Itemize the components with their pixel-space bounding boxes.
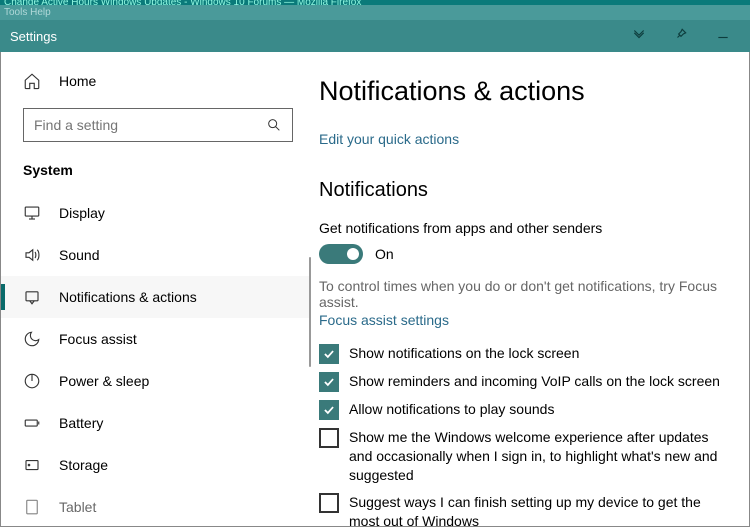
- sidebar-item-battery[interactable]: Battery: [1, 402, 311, 444]
- search-icon: [266, 117, 282, 133]
- checkbox[interactable]: [319, 493, 339, 513]
- search-input[interactable]: [34, 117, 266, 133]
- nav-list: Display Sound Notifications & actions Fo…: [1, 192, 311, 528]
- search-box[interactable]: [23, 108, 293, 142]
- minimize-icon[interactable]: [716, 27, 730, 46]
- check-row: Show reminders and incoming VoIP calls o…: [319, 372, 729, 392]
- checkbox[interactable]: [319, 400, 339, 420]
- checkbox[interactable]: [319, 372, 339, 392]
- scrollbar-indicator[interactable]: [309, 257, 311, 367]
- sync-icon[interactable]: [632, 27, 646, 46]
- checkbox-label: Show notifications on the lock screen: [349, 344, 579, 363]
- pin-icon[interactable]: [674, 27, 688, 46]
- sidebar: Home System Display Sound Notifications …: [1, 52, 311, 526]
- checkbox-label: Suggest ways I can finish setting up my …: [349, 493, 729, 526]
- home-label: Home: [59, 73, 96, 89]
- battery-icon: [23, 414, 41, 432]
- checkbox-label: Allow notifications to play sounds: [349, 400, 554, 419]
- sidebar-item-label: Tablet: [59, 499, 96, 515]
- sidebar-item-storage[interactable]: Storage: [1, 444, 311, 486]
- check-row: Show me the Windows welcome experience a…: [319, 428, 729, 485]
- sidebar-item-label: Storage: [59, 457, 108, 473]
- sidebar-item-power-sleep[interactable]: Power & sleep: [1, 360, 311, 402]
- edit-quick-actions-link[interactable]: Edit your quick actions: [319, 131, 729, 147]
- window-title: Settings: [10, 29, 57, 44]
- focus-assist-settings-link[interactable]: Focus assist settings: [319, 312, 729, 328]
- monitor-icon: [23, 204, 41, 222]
- home-nav[interactable]: Home: [1, 62, 311, 100]
- sidebar-item-tablet[interactable]: Tablet: [1, 486, 311, 528]
- moon-icon: [23, 330, 41, 348]
- notification-icon: [23, 288, 41, 306]
- home-icon: [23, 72, 41, 90]
- content-area: Notifications & actions Edit your quick …: [311, 52, 749, 526]
- check-row: Show notifications on the lock screen: [319, 344, 729, 364]
- section-heading: Notifications: [319, 179, 729, 202]
- power-icon: [23, 372, 41, 390]
- sidebar-item-notifications[interactable]: Notifications & actions: [1, 276, 311, 318]
- notifications-toggle[interactable]: [319, 244, 363, 264]
- tablet-icon: [23, 498, 41, 516]
- sidebar-item-label: Power & sleep: [59, 373, 149, 389]
- sidebar-item-focus-assist[interactable]: Focus assist: [1, 318, 311, 360]
- checkbox-label: Show reminders and incoming VoIP calls o…: [349, 372, 720, 391]
- sidebar-item-label: Display: [59, 205, 105, 221]
- check-row: Allow notifications to play sounds: [319, 400, 729, 420]
- browser-menu-bar: Tools Help: [0, 5, 750, 20]
- category-heading: System: [1, 156, 311, 192]
- checkbox[interactable]: [319, 428, 339, 448]
- storage-icon: [23, 456, 41, 474]
- sidebar-item-label: Notifications & actions: [59, 289, 197, 305]
- sidebar-item-label: Battery: [59, 415, 103, 431]
- checkbox[interactable]: [319, 344, 339, 364]
- toggle-state-text: On: [375, 246, 394, 262]
- sidebar-item-label: Sound: [59, 247, 99, 263]
- checkbox-label: Show me the Windows welcome experience a…: [349, 428, 729, 485]
- window-title-bar: Settings: [0, 20, 750, 52]
- focus-assist-hint: To control times when you do or don't ge…: [319, 278, 729, 310]
- sidebar-item-label: Focus assist: [59, 331, 137, 347]
- page-title: Notifications & actions: [319, 76, 729, 107]
- sidebar-item-sound[interactable]: Sound: [1, 234, 311, 276]
- check-row: Suggest ways I can finish setting up my …: [319, 493, 729, 526]
- sidebar-item-display[interactable]: Display: [1, 192, 311, 234]
- notifications-toggle-label: Get notifications from apps and other se…: [319, 220, 729, 236]
- sound-icon: [23, 246, 41, 264]
